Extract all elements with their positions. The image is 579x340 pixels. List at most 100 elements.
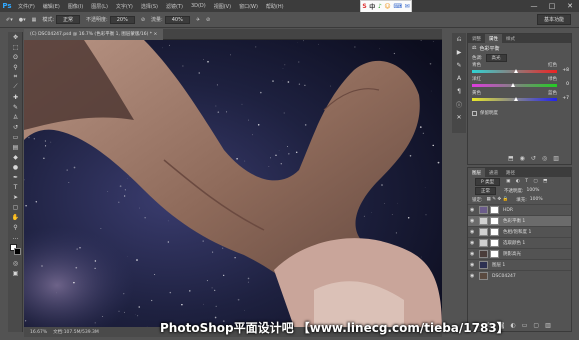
pen-tool-icon[interactable]: ✒ — [8, 172, 23, 182]
slider-handle[interactable] — [513, 69, 518, 73]
color-slider[interactable]: 青色 红色 +8 — [468, 62, 571, 76]
eraser-tool-icon[interactable]: ▭ — [8, 132, 23, 142]
marquee-tool-icon[interactable]: ⬚ — [8, 42, 23, 52]
layer-row[interactable]: ◉ HDR — [468, 204, 571, 215]
minimize-button[interactable]: — — [525, 0, 543, 12]
paragraph-panel-icon[interactable]: ¶ — [452, 85, 466, 98]
slider-track[interactable] — [472, 84, 557, 87]
filter-icons[interactable]: ▣ ◐ T ▢ ⬒ — [506, 179, 549, 184]
menu-item[interactable]: 选择(S) — [137, 3, 162, 10]
menu-item[interactable]: 编辑(E) — [39, 3, 64, 10]
brush-tool-icon[interactable]: ✎ — [8, 102, 23, 112]
slider-value[interactable]: +8 — [562, 68, 569, 73]
menu-item[interactable]: 3D(D) — [187, 3, 210, 10]
brush-size-picker[interactable]: ●▾ — [19, 17, 26, 23]
crop-tool-icon[interactable]: ⌗ — [8, 72, 23, 82]
menu-item[interactable]: 图层(L) — [87, 3, 112, 10]
tool-presets-icon[interactable]: ✕ — [452, 111, 466, 124]
healing-brush-tool-icon[interactable]: ✚ — [8, 92, 23, 102]
character-panel-icon[interactable]: A — [452, 72, 466, 85]
slider-handle[interactable] — [510, 83, 515, 87]
history-panel-icon[interactable]: ⎌ — [452, 33, 466, 46]
tab-channels[interactable]: 通道 — [485, 168, 502, 177]
tab-paths[interactable]: 路径 — [502, 168, 519, 177]
eye-icon[interactable]: ◉ — [470, 229, 477, 235]
actions-panel-icon[interactable]: ▶ — [452, 46, 466, 59]
layer-mask-thumbnail[interactable] — [490, 228, 499, 236]
blend-mode-select[interactable]: 正常 — [475, 186, 496, 195]
mode-select[interactable]: 正常 — [56, 15, 81, 24]
reset-icon[interactable]: ↺ — [531, 155, 536, 162]
visibility-icon[interactable]: ◎ — [542, 155, 547, 162]
color-swatches[interactable] — [8, 242, 23, 258]
menu-item[interactable]: 视图(V) — [210, 3, 235, 10]
document-tab[interactable]: (C) DSC04247.psd @ 16.7% (色彩平衡 1, 图层蒙版/1… — [24, 28, 164, 40]
screen-mode-icon[interactable]: ▣ — [8, 268, 23, 278]
lock-icons[interactable]: ▦ ✎ ✥ 🔒 — [487, 197, 509, 202]
type-tool-icon[interactable]: T — [8, 182, 23, 192]
maximize-button[interactable]: □ — [543, 0, 561, 12]
view-previous-icon[interactable]: ◉ — [520, 155, 525, 162]
mail-icon[interactable]: ✉ — [405, 3, 410, 10]
layer-mask-thumbnail[interactable] — [490, 206, 499, 214]
chinese-mode-icon[interactable]: 中 — [369, 2, 375, 11]
menu-item[interactable]: 文件(F) — [14, 3, 39, 10]
layer-row[interactable]: ◉ DSC04247 — [468, 270, 571, 281]
pressure-opacity-icon[interactable]: ⊘ — [141, 17, 145, 23]
color-slider[interactable]: 洋红 绿色 0 — [468, 76, 571, 90]
eye-icon[interactable]: ◉ — [470, 218, 477, 224]
image-canvas[interactable] — [24, 40, 442, 327]
slider-handle[interactable] — [513, 97, 518, 101]
zoom-tool-icon[interactable]: ⚲ — [8, 222, 23, 232]
slider-value[interactable]: 0 — [566, 82, 569, 87]
dodge-tool-icon[interactable]: ● — [8, 162, 23, 172]
gradient-tool-icon[interactable]: ▤ — [8, 142, 23, 152]
background-color[interactable] — [14, 248, 21, 255]
brush-panel-icon[interactable]: ▦ — [32, 17, 37, 23]
delete-icon[interactable]: ▥ — [553, 155, 559, 162]
lasso-tool-icon[interactable]: ʘ — [8, 52, 23, 62]
more-tools-icon[interactable]: … — [8, 232, 23, 242]
eye-icon[interactable]: ◉ — [470, 207, 477, 213]
eye-icon[interactable]: ◉ — [470, 273, 477, 279]
checkbox-box[interactable] — [472, 110, 477, 116]
clip-to-layer-icon[interactable]: ⬒ — [508, 155, 514, 162]
menu-item[interactable]: 滤镜(T) — [162, 3, 187, 10]
layer-mask-thumbnail[interactable] — [490, 217, 499, 225]
tab-layers[interactable]: 图层 — [468, 168, 485, 177]
layer-row[interactable]: ◉ 图层 1 — [468, 259, 571, 270]
slider-value[interactable]: +7 — [562, 96, 569, 101]
path-select-tool-icon[interactable]: ➤ — [8, 192, 23, 202]
audio-icon[interactable]: ♪ — [378, 3, 382, 10]
kind-filter-select[interactable]: P 类型 — [475, 177, 501, 186]
quick-select-tool-icon[interactable]: ⚲ — [8, 62, 23, 72]
history-brush-tool-icon[interactable]: ↺ — [8, 122, 23, 132]
layer-row[interactable]: ◉ 色相/饱和度 1 — [468, 226, 571, 237]
info-panel-icon[interactable]: ⓘ — [452, 98, 466, 111]
tab-adjustments[interactable]: 调整 — [468, 34, 485, 43]
hand-tool-icon[interactable]: ✋ — [8, 212, 23, 222]
sogou-icon[interactable]: S — [362, 3, 366, 10]
layer-opacity-value[interactable]: 100% — [527, 188, 540, 193]
layer-mask-thumbnail[interactable] — [490, 250, 499, 258]
layer-mask-thumbnail[interactable] — [490, 239, 499, 247]
menu-item[interactable]: 图像(I) — [64, 3, 87, 10]
quick-mask-icon[interactable]: ◎ — [8, 258, 23, 268]
move-tool-icon[interactable]: ✥ — [8, 32, 23, 42]
eyedropper-tool-icon[interactable]: ⟋ — [8, 82, 23, 92]
zoom-level[interactable]: 16.67% — [30, 330, 47, 335]
rectangle-tool-icon[interactable]: ▢ — [8, 202, 23, 212]
opacity-input[interactable]: 20% — [109, 15, 135, 24]
fill-value[interactable]: 100% — [530, 197, 543, 202]
eye-icon[interactable]: ◉ — [470, 262, 477, 268]
blur-tool-icon[interactable]: ◆ — [8, 152, 23, 162]
flow-input[interactable]: 40% — [164, 15, 190, 24]
preserve-luminosity-checkbox[interactable]: 保留明度 — [468, 108, 571, 118]
brush-presets-icon[interactable]: ✎ — [452, 59, 466, 72]
layer-row[interactable]: ◉ 色彩平衡 1 — [468, 215, 571, 226]
emoji-icon[interactable]: ☺ — [384, 3, 390, 10]
close-button[interactable]: ✕ — [561, 0, 579, 12]
workspace-select[interactable]: 基本功能 — [536, 14, 571, 25]
eye-icon[interactable]: ◉ — [470, 240, 477, 246]
tab-properties[interactable]: 属性 — [485, 34, 502, 43]
